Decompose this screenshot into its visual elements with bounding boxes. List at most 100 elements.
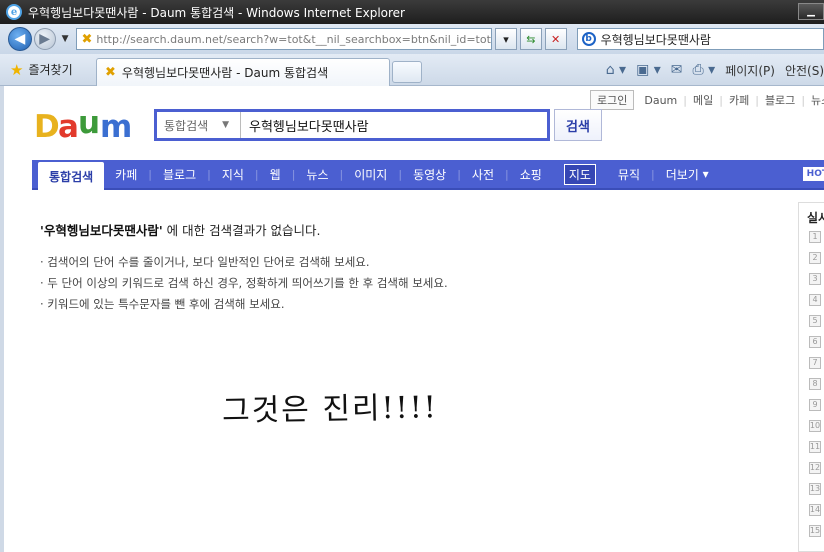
hot-badge[interactable]: HOT [802, 167, 824, 181]
tab-cafe[interactable]: 카페 [104, 159, 148, 189]
daum-logo[interactable]: D a u m [34, 106, 140, 146]
address-dropdown-button[interactable]: ▾ [495, 28, 517, 50]
ranking-item[interactable]: 8 [799, 373, 824, 394]
window-title: 우혁헹님보다못땐사람 - Daum 통합검색 - Windows Interne… [28, 5, 405, 20]
tab-news[interactable]: 뉴스 [295, 159, 339, 189]
rank-number: 8 [809, 377, 821, 390]
ranking-item[interactable]: 3 [799, 268, 824, 289]
ranking-item[interactable]: 11 [799, 436, 824, 457]
tab-web[interactable]: 웹 [259, 159, 292, 189]
tab-knowledge[interactable]: 지식 [211, 159, 255, 189]
rank-number: 5 [809, 314, 821, 327]
back-button[interactable]: ◀ [8, 27, 32, 51]
print-icon[interactable]: ⎙ ▾ [693, 62, 716, 78]
daum-favicon-icon: ✖ [105, 64, 116, 80]
ranking-list: 1 2 3 4 5 6 7 8 9 10 11 12 13 14 15 [799, 226, 824, 541]
chevron-down-icon: ▼ [222, 120, 230, 130]
ranking-item[interactable]: 1 [799, 226, 824, 247]
rank-number: 12 [809, 461, 821, 474]
tab-toolbar: ★ 즐겨찾기 ✖ 우혁헹님보다못땐사람 - Daum 통합검색 ⌂ ▾ ▣ ▾ … [0, 54, 824, 86]
rank-number: 6 [809, 335, 821, 348]
rank-number: 10 [809, 419, 821, 432]
query-highlight: '우혁헹님보다못땐사람' [40, 223, 163, 238]
toplink-news[interactable]: 뉴스 [811, 92, 824, 108]
tip-item: · 두 단어 이상의 키워드로 검색 하신 경우, 정확하게 띄어쓰기를 한 후… [40, 276, 448, 290]
ranking-item[interactable]: 10 [799, 415, 824, 436]
rank-number: 2 [809, 251, 821, 264]
tab-integrated[interactable]: 통합검색 [38, 162, 105, 190]
tab-dictionary[interactable]: 사전 [461, 159, 505, 189]
tab-more-label: 더보기 [665, 167, 699, 182]
search-button[interactable]: 검색 [554, 109, 602, 141]
favorites-button[interactable]: ★ 즐겨찾기 [0, 61, 96, 79]
rank-number: 1 [809, 230, 821, 243]
tab-video[interactable]: 동영상 [402, 159, 457, 189]
feeds-icon[interactable]: ▣ ▾ [636, 62, 661, 78]
login-button[interactable]: 로그인 [590, 90, 635, 110]
window-controls: ▁ [796, 3, 824, 20]
rank-number: 3 [809, 272, 821, 285]
search-nav: 통합검색 카페 | 블로그 | 지식 | 웹 | 뉴스 | 이미지 | 동영상 | 사전 | 쇼… [32, 160, 824, 190]
address-bar[interactable]: ✖ http://search.daum.net/search?w=tot&t_… [76, 28, 493, 50]
tip-item: · 검색어의 단어 수를 줄이거나, 보다 일반적인 단어로 검색해 보세요. [40, 255, 370, 269]
toplink-mail[interactable]: 메일 [693, 92, 713, 108]
rank-number: 14 [809, 503, 821, 516]
ranking-item[interactable]: 4 [799, 289, 824, 310]
daum-favicon-icon: ✖ [81, 31, 93, 47]
toplink-daum[interactable]: Daum [644, 94, 677, 107]
forward-button[interactable]: ▶ [33, 28, 56, 50]
mail-icon[interactable]: ✉ [671, 62, 683, 78]
ranking-item[interactable]: 9 [799, 394, 824, 415]
refresh-button[interactable]: ⇆ [519, 28, 542, 50]
ranking-item[interactable]: 6 [799, 331, 824, 352]
tip-item: · 키워드에 있는 특수문자를 뺀 후에 검색해 보세요. [40, 297, 285, 311]
ranking-item[interactable]: 7 [799, 352, 824, 373]
ranking-item[interactable]: 2 [799, 247, 824, 268]
no-result-text: 에 대한 검색결과가 없습니다. [162, 223, 321, 238]
stop-button[interactable]: ✕ [544, 28, 567, 50]
search-category-label: 통합검색 [164, 118, 209, 133]
page-content: 로그인 Daum | 메일 | 카페 | 블로그 | 뉴스 D a u m 통합… [0, 86, 824, 552]
favorites-label: 즐겨찾기 [28, 63, 73, 77]
window-titlebar: e 우혁헹님보다못땐사람 - Daum 통합검색 - Windows Inter… [0, 0, 824, 24]
rank-number: 9 [809, 398, 821, 411]
no-result-message: '우혁헹님보다못땐사람' 에 대한 검색결과가 없습니다. [40, 220, 321, 239]
tab-map[interactable]: 지도 [553, 159, 607, 189]
top-links: 로그인 Daum | 메일 | 카페 | 블로그 | 뉴스 [590, 90, 824, 110]
rank-number: 11 [809, 440, 821, 453]
toplink-cafe[interactable]: 카페 [729, 92, 749, 108]
tab-shopping[interactable]: 쇼핑 [509, 159, 553, 189]
tab-music[interactable]: 뮤직 [607, 159, 651, 189]
ranking-item[interactable]: 15 [799, 520, 824, 541]
minimize-button[interactable]: ▁ [798, 3, 824, 20]
search-form: 통합검색 ▼ 우혁헹님보다못땐사람 [154, 109, 550, 141]
address-text[interactable]: http://search.daum.net/search?w=tot&t__n… [96, 33, 491, 46]
tab-active[interactable]: ✖ 우혁헹님보다못땐사람 - Daum 통합검색 [96, 57, 390, 86]
safety-menu[interactable]: 안전(S) [785, 62, 824, 79]
realtime-ranking-panel: 실시 1 2 3 4 5 6 7 8 9 10 11 12 13 14 15 [798, 202, 824, 552]
toplink-blog[interactable]: 블로그 [765, 92, 795, 108]
new-tab-button[interactable] [392, 60, 422, 83]
rank-number: 4 [809, 293, 821, 306]
tab-label: 우혁헹님보다못땐사람 - Daum 통합검색 [121, 65, 329, 80]
rank-number: 7 [809, 356, 821, 369]
search-provider-icon: b [581, 32, 596, 46]
history-dropdown-icon[interactable]: ▼ [62, 34, 69, 44]
ranking-item[interactable]: 14 [799, 499, 824, 520]
tab-blog[interactable]: 블로그 [152, 159, 207, 189]
search-input[interactable]: 우혁헹님보다못땐사람 [241, 116, 369, 135]
browser-search-box[interactable]: b 우혁헹님보다못땐사람 [576, 28, 824, 50]
tab-more[interactable]: 더보기 ▾ [655, 159, 720, 189]
page-menu[interactable]: 페이지(P) [725, 62, 775, 79]
search-tips: · 검색어의 단어 수를 줄이거나, 보다 일반적인 단어로 검색해 보세요. … [40, 252, 448, 315]
tab-map-label: 지도 [563, 163, 596, 185]
address-toolbar: ◀ ▶ ▼ ✖ http://search.daum.net/search?w=… [0, 24, 824, 54]
browser-search-text[interactable]: 우혁헹님보다못땐사람 [601, 31, 711, 48]
command-bar: ⌂ ▾ ▣ ▾ ✉ ⎙ ▾ 페이지(P) 안전(S) [596, 54, 824, 86]
tab-image[interactable]: 이미지 [343, 159, 398, 189]
ranking-item[interactable]: 12 [799, 457, 824, 478]
ranking-item[interactable]: 5 [799, 310, 824, 331]
search-category-select[interactable]: 통합검색 ▼ [157, 112, 241, 138]
ranking-item[interactable]: 13 [799, 478, 824, 499]
home-icon[interactable]: ⌂ ▾ [606, 62, 626, 78]
